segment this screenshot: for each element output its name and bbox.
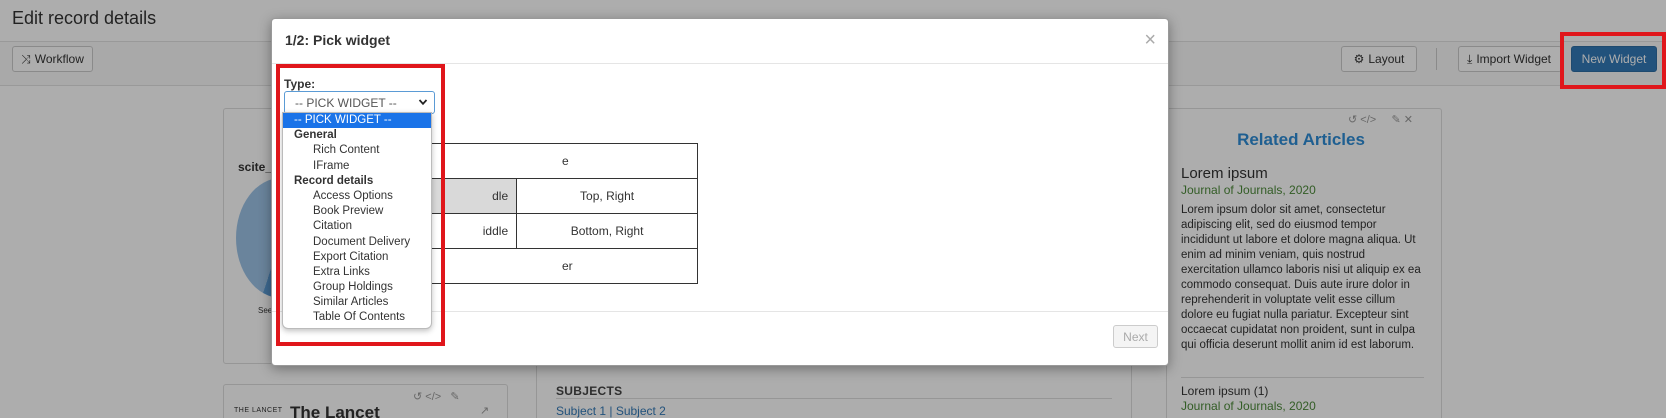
modal-header: 1/2: Pick widget × xyxy=(272,19,1168,64)
layout-cell-top: e xyxy=(431,143,698,179)
layout-cell-bottom: er xyxy=(431,248,698,284)
next-button[interactable]: Next xyxy=(1113,325,1158,348)
layout-cell-bottom-right: Bottom, Right xyxy=(516,213,698,249)
close-icon[interactable]: × xyxy=(1144,30,1156,50)
highlight-type-dropdown xyxy=(276,64,445,346)
modal-title: 1/2: Pick widget xyxy=(285,32,391,48)
highlight-new-widget-button xyxy=(1560,32,1666,89)
layout-cell-top-right: Top, Right xyxy=(516,178,698,214)
